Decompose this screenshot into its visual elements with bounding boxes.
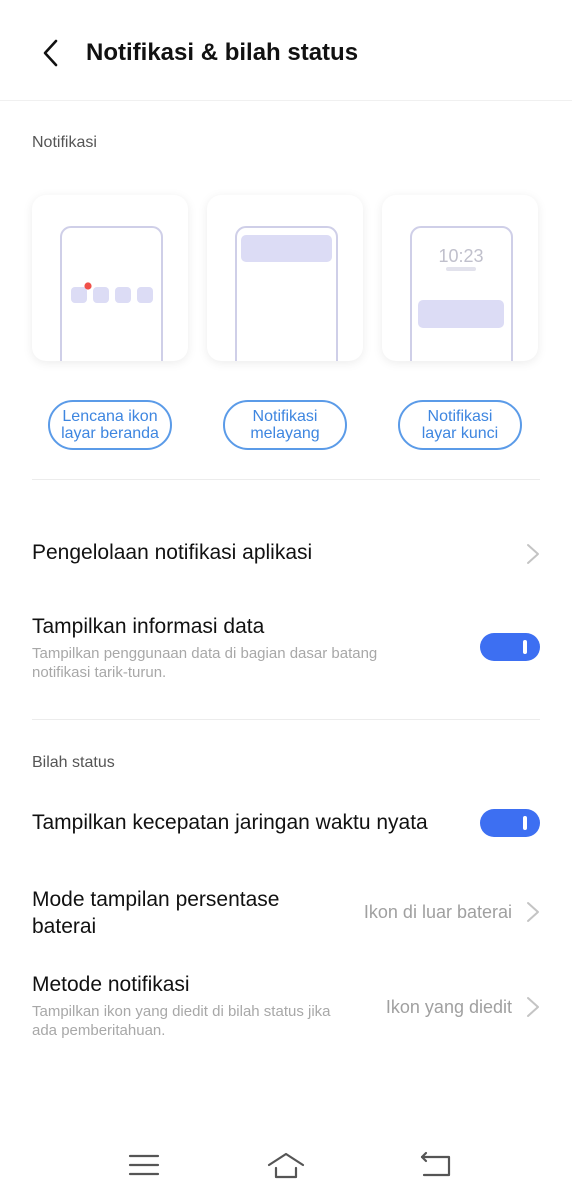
home-button[interactable] <box>266 1148 306 1182</box>
preview-card-lockscreen[interactable]: 10:23 <box>382 195 538 361</box>
row-subtitle: Tampilkan ikon yang diedit di bilah stat… <box>32 1002 331 1040</box>
battery-mode-value: Ikon di luar baterai <box>363 902 512 922</box>
option-label-line1: Notifikasi <box>252 408 318 425</box>
network-speed-toggle[interactable] <box>480 809 540 837</box>
menu-icon <box>128 1154 160 1176</box>
app-notifications-row[interactable]: Pengelolaan notifikasi aplikasi <box>0 520 572 588</box>
option-label-line1: Lencana ikon <box>62 408 158 425</box>
preview-card-badge[interactable] <box>32 195 188 361</box>
battery-mode-row[interactable]: Mode tampilan persentase baterai Ikon di… <box>0 880 572 944</box>
data-info-row: Tampilkan informasi data Tampilkan pengg… <box>0 600 572 692</box>
row-title-line1: Mode tampilan persentase <box>32 888 280 911</box>
option-lockscreen-button[interactable]: Notifikasi layar kunci <box>398 400 522 450</box>
return-button[interactable] <box>416 1148 456 1182</box>
chevron-right-icon <box>527 544 539 564</box>
row-subtitle-line1: Tampilkan penggunaan data di bagian dasa… <box>32 645 378 662</box>
notification-method-value: Ikon yang diedit <box>385 997 512 1017</box>
back-button[interactable] <box>36 36 70 70</box>
row-title: Metode notifikasi <box>32 973 190 996</box>
option-floating-button[interactable]: Notifikasi melayang <box>223 400 347 450</box>
phone-lockscreen-illustration: 10:23 <box>410 226 513 361</box>
home-icon <box>267 1152 305 1179</box>
option-badge-button[interactable]: Lencana ikon layar beranda <box>48 400 172 450</box>
section-label-notifications: Notifikasi <box>32 134 97 151</box>
row-title: Pengelolaan notifikasi aplikasi <box>32 541 313 564</box>
option-label-line2: layar beranda <box>61 425 159 442</box>
badge-dot <box>84 282 92 290</box>
row-subtitle-line2: notifikasi tarik-turun. <box>32 664 167 681</box>
phone-floating-illustration <box>235 226 338 361</box>
row-title: Tampilkan informasi data <box>32 615 265 638</box>
system-nav-bar <box>0 1130 572 1200</box>
option-label-line2: melayang <box>250 425 320 442</box>
data-info-toggle[interactable] <box>480 633 540 661</box>
chevron-right-icon <box>527 902 539 922</box>
row-subtitle-line1: Tampilkan ikon yang diedit di bilah stat… <box>32 1003 331 1020</box>
menu-button[interactable] <box>124 1148 164 1182</box>
row-subtitle: Tampilkan penggunaan data di bagian dasa… <box>32 644 377 682</box>
toggle-knob <box>523 816 527 830</box>
preview-card-floating[interactable] <box>207 195 363 361</box>
row-title: Mode tampilan persentase baterai <box>32 886 279 940</box>
chevron-right-icon <box>527 997 539 1017</box>
back-arrow-icon <box>43 39 58 67</box>
section-label-status-bar: Bilah status <box>32 754 115 771</box>
phone-badge-illustration <box>60 226 163 361</box>
preview-time: 10:23 <box>438 246 483 266</box>
page-title: Notifikasi & bilah status <box>86 39 359 66</box>
option-label-line1: Notifikasi <box>427 408 493 425</box>
notification-method-row[interactable]: Metode notifikasi Tampilkan ikon yang di… <box>0 962 572 1048</box>
row-subtitle-line2: ada pemberitahuan. <box>32 1022 166 1039</box>
network-speed-row: Tampilkan kecepatan jaringan waktu nyata <box>0 795 572 851</box>
option-label-line2: layar kunci <box>421 425 499 442</box>
divider <box>32 479 540 480</box>
return-icon <box>420 1151 451 1177</box>
header-bar: Notifikasi & bilah status <box>0 0 572 101</box>
toggle-knob <box>523 640 527 654</box>
divider <box>32 719 540 720</box>
row-title-line2: baterai <box>32 915 97 938</box>
row-title: Tampilkan kecepatan jaringan waktu nyata <box>32 811 428 834</box>
